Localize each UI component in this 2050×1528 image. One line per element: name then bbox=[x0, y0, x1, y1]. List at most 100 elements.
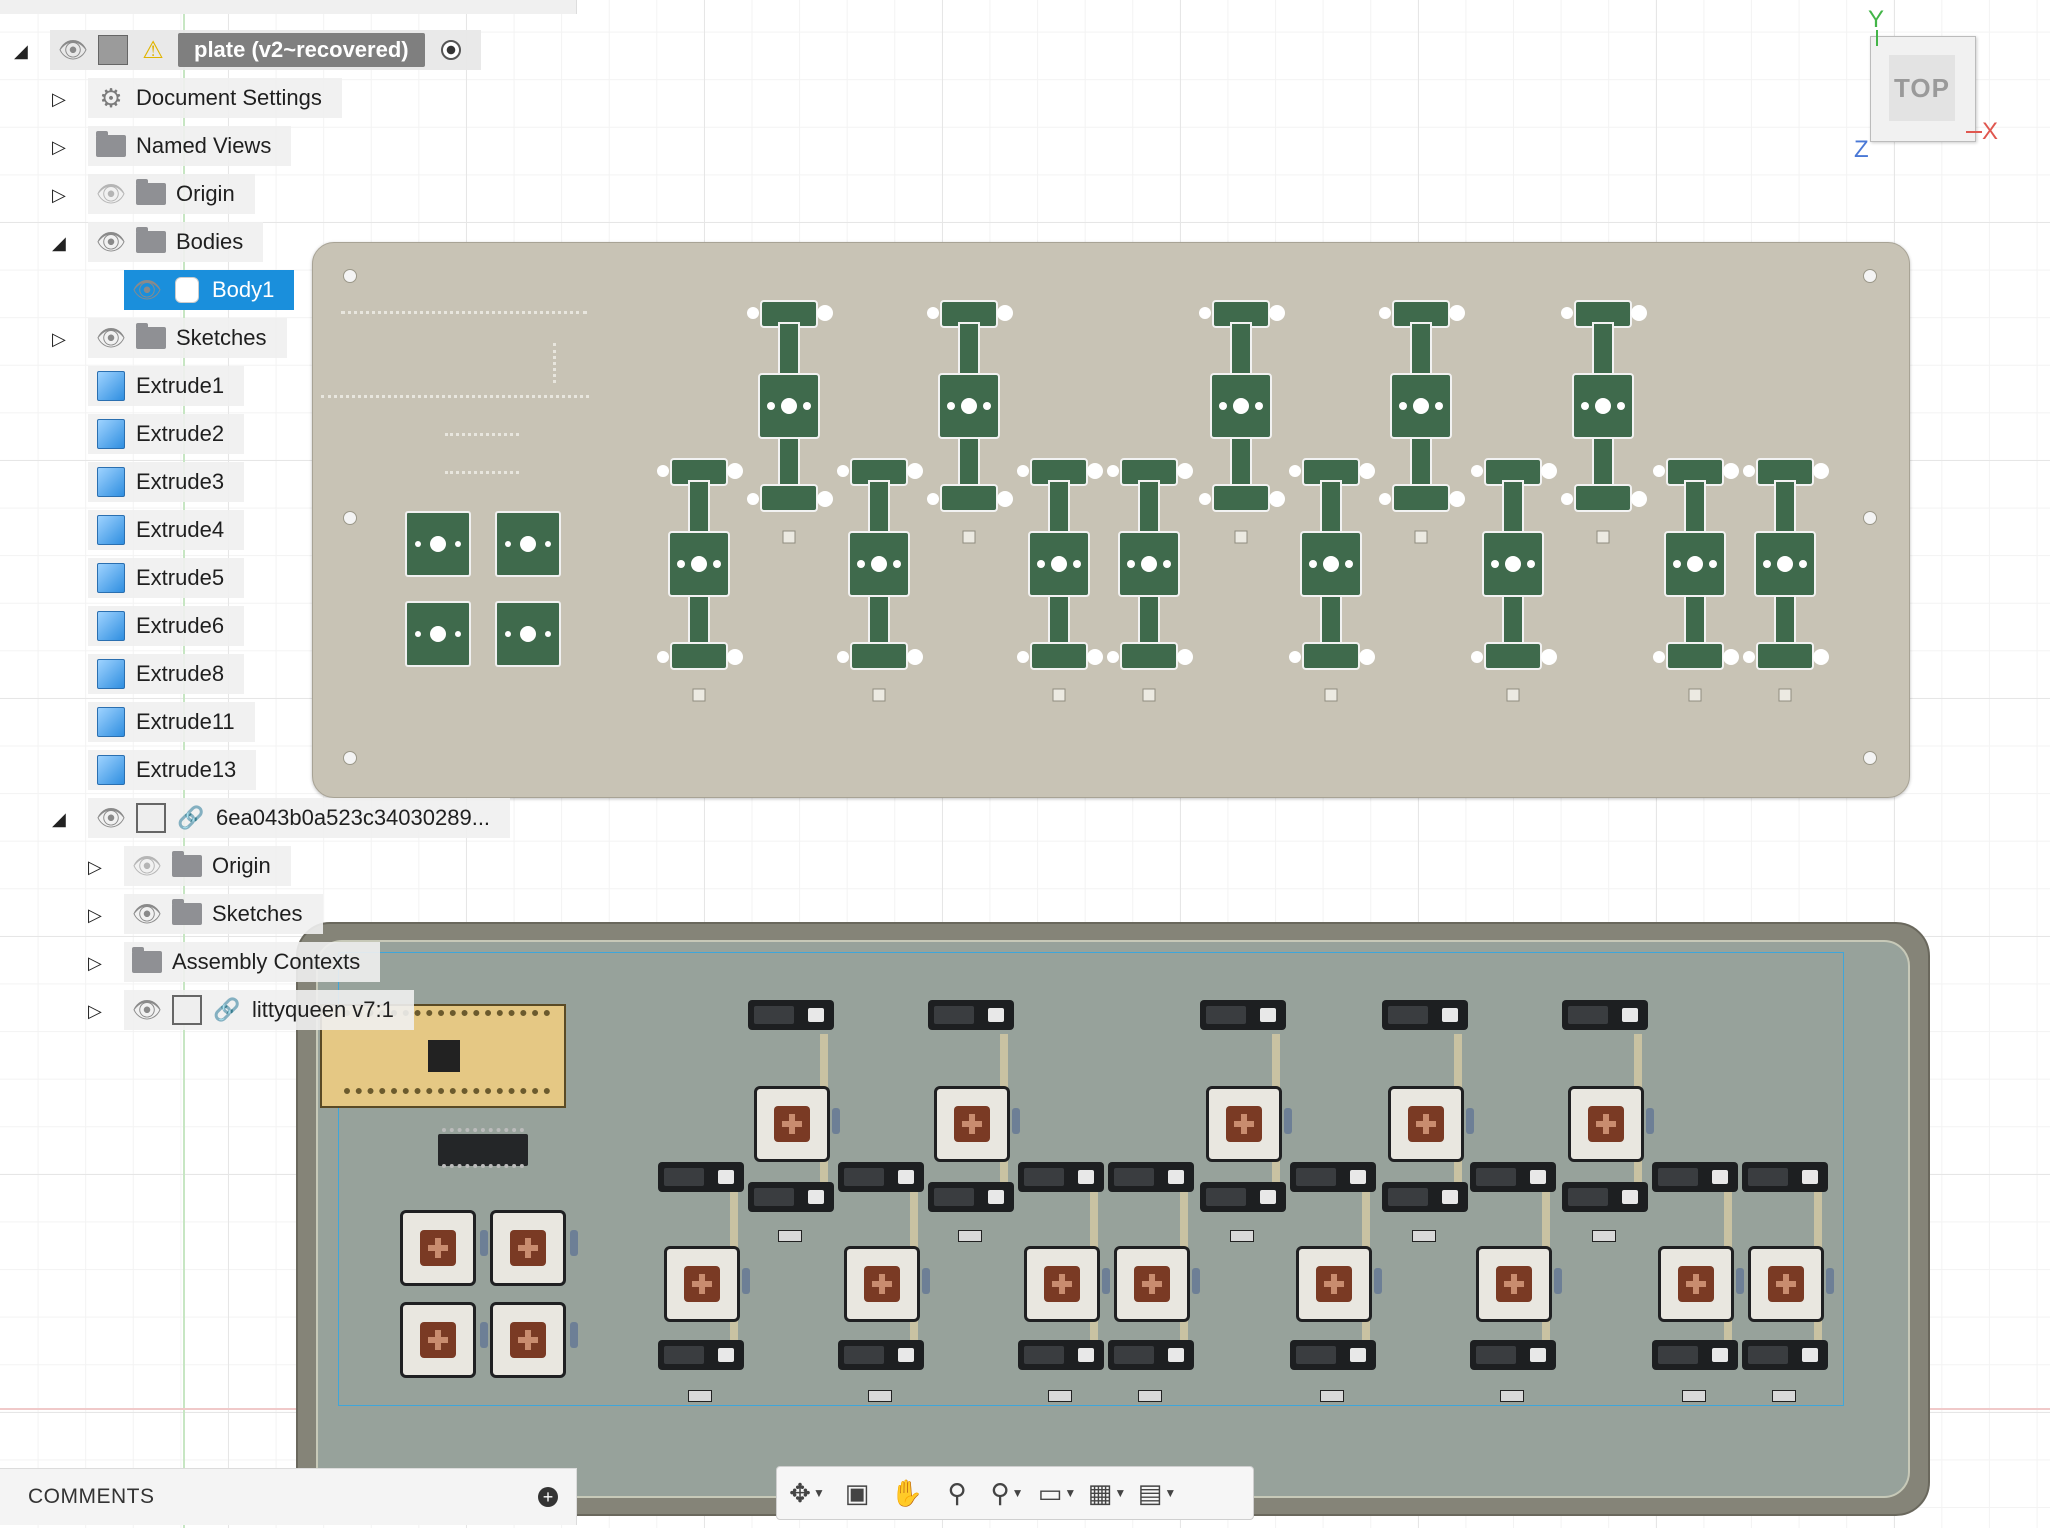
browser-item[interactable]: Extrude3 bbox=[0, 462, 576, 502]
grid-settings-icon[interactable]: ▦ ▼ bbox=[1085, 1473, 1129, 1513]
collapse-arrow-icon[interactable]: ◢ bbox=[14, 41, 28, 62]
browser-item-label: plate (v2~recovered) bbox=[178, 33, 425, 67]
stabilizer-part bbox=[1527, 560, 1535, 568]
diode bbox=[1192, 1268, 1200, 1294]
display-settings-icon[interactable]: ▭ ▼ bbox=[1035, 1473, 1079, 1513]
eye-icon[interactable]: 👁 bbox=[96, 227, 126, 257]
expand-arrow-icon[interactable]: ▷ bbox=[52, 89, 66, 110]
eye-icon[interactable]: 👁 bbox=[96, 323, 126, 353]
activate-radio-icon[interactable] bbox=[440, 40, 461, 60]
viewports-icon[interactable]: ▤ ▼ bbox=[1135, 1473, 1179, 1513]
browser-item[interactable]: ▷ 👁 Sketches bbox=[0, 318, 576, 358]
orbit-icon[interactable]: ✥ ▼ bbox=[785, 1473, 829, 1513]
stabilizer-part bbox=[1743, 651, 1755, 663]
expand-arrow-icon[interactable]: ▷ bbox=[88, 857, 102, 878]
stabilizer-socket bbox=[1200, 1182, 1286, 1212]
stabilizer-part bbox=[837, 651, 849, 663]
dip-ic bbox=[438, 1128, 528, 1168]
stabilizer-cutout bbox=[927, 300, 1013, 544]
browser-item[interactable]: ▷ Named Views bbox=[0, 126, 576, 166]
browser-item[interactable]: ▷ ⚙ Document Settings bbox=[0, 78, 576, 118]
mcu-chip bbox=[428, 1040, 460, 1072]
browser-item-label: Extrude8 bbox=[136, 661, 225, 686]
stabilizer-socket bbox=[1108, 1340, 1194, 1370]
browser-item[interactable]: ▷ 👁 🔗 littyqueen v7:1 bbox=[0, 990, 576, 1030]
key-switch bbox=[490, 1210, 566, 1286]
browser-item[interactable]: ▷ 👁 Origin bbox=[0, 174, 576, 214]
viewcube[interactable]: TOP bbox=[1870, 36, 1976, 142]
key-switch bbox=[1024, 1246, 1100, 1322]
extrude-icon bbox=[96, 755, 126, 785]
browser-item[interactable]: Extrude11 bbox=[0, 702, 576, 742]
add-comment-icon[interactable]: + bbox=[538, 1487, 558, 1507]
stabilizer-socket bbox=[1018, 1162, 1104, 1192]
expand-arrow-icon[interactable]: ▷ bbox=[52, 185, 66, 206]
browser-item[interactable]: Extrude1 bbox=[0, 366, 576, 406]
stabilizer-part bbox=[1107, 651, 1119, 663]
browser-item-label: Extrude6 bbox=[136, 613, 225, 638]
stabilizer-socket bbox=[1742, 1162, 1828, 1192]
browser-item[interactable]: ▷ 👁 Sketches bbox=[0, 894, 576, 934]
stabilizer-part bbox=[1561, 493, 1573, 505]
browser-item[interactable]: 👁 Body1 bbox=[0, 270, 576, 310]
stabilizer-socket bbox=[1290, 1340, 1376, 1370]
z-axis-label: Z bbox=[1854, 136, 1869, 163]
collapse-arrow-icon[interactable]: ◢ bbox=[52, 809, 66, 830]
stabilizer-part bbox=[1219, 402, 1227, 410]
stabilizer-part bbox=[1379, 307, 1391, 319]
eye-icon[interactable]: 👁 bbox=[58, 35, 88, 65]
stabilizer-part bbox=[1631, 491, 1647, 507]
browser-item[interactable]: ◢ 👁 Bodies bbox=[0, 222, 576, 262]
stabilizer-part bbox=[1413, 398, 1429, 414]
fit-icon[interactable]: ⚲ ▼ bbox=[985, 1473, 1029, 1513]
expand-arrow-icon[interactable]: ▷ bbox=[88, 1001, 102, 1022]
browser-item-content: 👁 🔗 6ea043b0a523c34030289... bbox=[88, 798, 511, 838]
comments-panel[interactable]: COMMENTS + bbox=[0, 1468, 577, 1525]
document-icon bbox=[98, 35, 128, 65]
viewcube-face-top[interactable]: TOP bbox=[1889, 55, 1955, 121]
key-switch bbox=[1114, 1246, 1190, 1322]
diode bbox=[1374, 1268, 1382, 1294]
diode bbox=[1826, 1268, 1834, 1294]
expand-arrow-icon[interactable]: ▷ bbox=[52, 137, 66, 158]
stabilizer-part bbox=[1471, 651, 1483, 663]
collapse-arrow-icon[interactable]: ◢ bbox=[52, 233, 66, 254]
stabilizer-socket bbox=[748, 1182, 834, 1212]
stabilizer-part bbox=[677, 560, 685, 568]
stabilizer-part bbox=[940, 484, 998, 512]
browser-item[interactable]: Extrude2 bbox=[0, 414, 576, 454]
eye-hidden-icon[interactable]: 👁 bbox=[132, 851, 162, 881]
zoom-icon[interactable]: ⚲ bbox=[935, 1473, 979, 1513]
eye-icon[interactable]: 👁 bbox=[96, 803, 126, 833]
expand-arrow-icon[interactable]: ▷ bbox=[88, 905, 102, 926]
browser-item-content: Extrude4 bbox=[88, 510, 245, 550]
stabilizer-part bbox=[657, 465, 669, 477]
browser-item[interactable]: Extrude8 bbox=[0, 654, 576, 694]
browser-item[interactable]: ▷ 👁 Origin bbox=[0, 846, 576, 886]
stabilizer-part bbox=[1399, 402, 1407, 410]
pan-icon[interactable]: ✋ bbox=[885, 1473, 929, 1513]
browser-item[interactable]: Extrude13 bbox=[0, 750, 576, 790]
stabilizer-part bbox=[1778, 688, 1792, 702]
browser-item[interactable]: Extrude5 bbox=[0, 558, 576, 598]
eye-icon[interactable]: 👁 bbox=[132, 899, 162, 929]
stabilizer-part bbox=[1323, 556, 1339, 572]
browser-item[interactable]: ◢ 👁 🔗 6ea043b0a523c34030289... bbox=[0, 798, 576, 838]
stabilizer-part bbox=[1666, 642, 1724, 670]
stabilizer-part bbox=[1051, 556, 1067, 572]
stabilizer-part bbox=[1491, 560, 1499, 568]
browser-item[interactable]: ▷ Assembly Contexts bbox=[0, 942, 576, 982]
expand-arrow-icon[interactable]: ▷ bbox=[52, 329, 66, 350]
stabilizer-part bbox=[1073, 560, 1081, 568]
look-at-icon[interactable]: ▣ bbox=[835, 1473, 879, 1513]
eye-hidden-icon[interactable]: 👁 bbox=[96, 179, 126, 209]
key-switch bbox=[664, 1246, 740, 1322]
stabilizer-part bbox=[1541, 463, 1557, 479]
eye-icon[interactable]: 👁 bbox=[132, 275, 162, 305]
browser-item[interactable]: Extrude4 bbox=[0, 510, 576, 550]
expand-arrow-icon[interactable]: ▷ bbox=[88, 953, 102, 974]
key-switch bbox=[754, 1086, 830, 1162]
browser-item[interactable]: Extrude6 bbox=[0, 606, 576, 646]
browser-root-item[interactable]: ◢ 👁 ⚠ plate (v2~recovered) bbox=[0, 30, 576, 70]
eye-icon[interactable]: 👁 bbox=[132, 995, 162, 1025]
